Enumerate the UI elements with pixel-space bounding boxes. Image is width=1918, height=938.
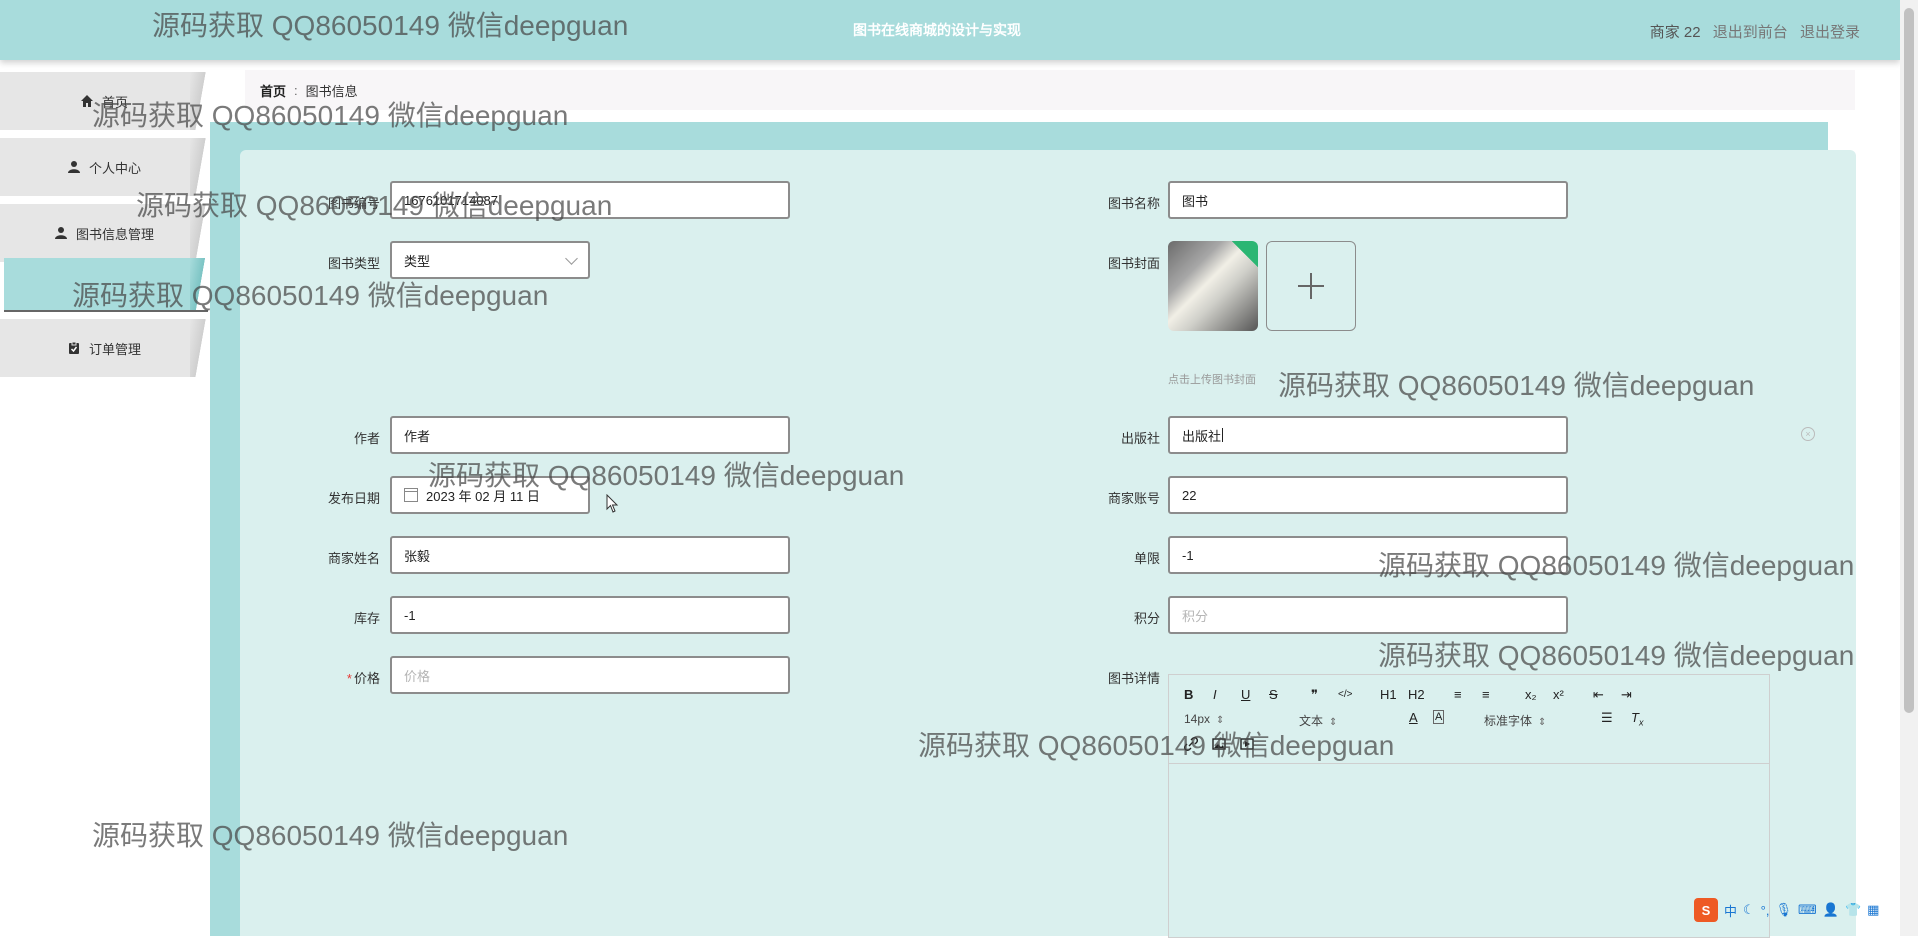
book-no-label: 图书编号 (327, 196, 380, 211)
blockquote-button[interactable]: ❞ (1311, 687, 1318, 703)
microphone-icon[interactable]: 🎙 (1775, 902, 1792, 918)
current-user: 商家 22 (1649, 24, 1701, 41)
font-family-select[interactable]: 标准字体 (1484, 712, 1584, 729)
user-icon (54, 227, 67, 239)
bold-button[interactable]: B (1184, 687, 1193, 702)
sidebar-item-label: 订单管理 (88, 341, 141, 357)
sidebar-item-label: 个人中心 (88, 160, 141, 176)
mouse-cursor-icon (606, 494, 619, 513)
logout-link[interactable]: 退出登录 (1800, 24, 1860, 41)
sidebar: 首页 个人中心 图书信息管理 订单管理 (0, 60, 210, 936)
align-icon[interactable]: ☰ (1601, 710, 1613, 726)
publish-date-label: 发布日期 (327, 491, 380, 506)
header-user-area: 商家 22 退出到前台 退出登录 (1642, 21, 1860, 42)
details-label: 图书详情 (1107, 671, 1160, 686)
sidebar-item-label: 首页 (101, 94, 128, 110)
sidebar-item-home[interactable]: 首页 (0, 72, 208, 130)
book-name-input[interactable]: 图书 (1168, 181, 1568, 219)
outdent-button[interactable]: ⇤ (1593, 687, 1604, 703)
back-to-front-link[interactable]: 退出到前台 (1713, 24, 1788, 41)
editor-toolbar: B I U S ❞ </> H1 H2 ≡ ≡ x₂ x² ⇤ ⇥ 14px 文… (1169, 675, 1769, 764)
calendar-icon (404, 488, 418, 502)
book-type-label: 图书类型 (327, 256, 380, 271)
shirt-icon[interactable]: 👕 (1845, 902, 1861, 918)
publisher-label: 出版社 (1120, 431, 1160, 446)
superscript-button[interactable]: x² (1553, 687, 1564, 702)
breadcrumb-separator: : (294, 82, 298, 98)
upload-cover-button[interactable] (1266, 241, 1356, 331)
home-icon (80, 95, 93, 107)
price-label: * 价格 (346, 671, 380, 686)
top-header: 图书在线商城的设计与实现 商家 22 退出到前台 退出登录 (0, 0, 1900, 60)
clear-format-icon[interactable]: Tx (1631, 710, 1643, 728)
video-icon[interactable] (1240, 737, 1254, 751)
h2-button[interactable]: H2 (1408, 687, 1425, 702)
image-icon[interactable] (1212, 737, 1226, 751)
h1-button[interactable]: H1 (1380, 687, 1397, 702)
user-icon[interactable]: 👤 (1823, 902, 1839, 918)
price-input[interactable]: 价格 (390, 656, 790, 694)
font-color-icon[interactable]: A (1409, 710, 1418, 725)
link-icon[interactable] (1184, 737, 1198, 751)
keyboard-icon[interactable]: ⌨ (1798, 902, 1817, 918)
clear-icon[interactable]: × (1801, 427, 1815, 441)
ordered-list-button[interactable]: ≡ (1454, 687, 1462, 702)
breadcrumb-home[interactable]: 首页 (260, 81, 286, 100)
cover-thumbnail[interactable] (1168, 241, 1258, 331)
limit-input[interactable]: -1 (1168, 536, 1568, 574)
merchant-account-input[interactable]: 22 (1168, 476, 1568, 514)
merchant-account-label: 商家账号 (1107, 491, 1160, 506)
merchant-name-input[interactable]: 张毅 (390, 536, 790, 574)
code-button[interactable]: </> (1338, 689, 1352, 700)
author-label: 作者 (353, 431, 380, 446)
sogou-logo-icon[interactable]: S (1694, 898, 1718, 922)
stock-label: 库存 (353, 611, 380, 626)
rich-text-editor[interactable]: B I U S ❞ </> H1 H2 ≡ ≡ x₂ x² ⇤ ⇥ 14px 文… (1168, 674, 1770, 938)
publish-date-value: 2023 年 02 月 11 日 (426, 488, 540, 504)
indent-button[interactable]: ⇥ (1621, 687, 1632, 703)
sidebar-item-profile[interactable]: 个人中心 (0, 138, 208, 196)
sidebar-item-book-management[interactable]: 图书信息管理 (0, 204, 208, 262)
ime-toolbar[interactable]: S 中 ☾ °, 🎙 ⌨ 👤 👕 ▦ (1694, 898, 1879, 922)
book-type-select[interactable]: 类型 (390, 241, 590, 279)
moon-icon[interactable]: ☾ (1743, 902, 1755, 918)
bullet-list-button[interactable]: ≡ (1482, 687, 1490, 702)
chevron-down-icon (565, 252, 578, 265)
points-label: 积分 (1133, 611, 1160, 626)
book-no-input[interactable]: 1676101714087 (390, 181, 790, 219)
scrollbar-thumb[interactable] (1904, 8, 1914, 713)
upload-cover-hint: 点击上传图书封面 (1168, 374, 1256, 386)
cover-label: 图书封面 (1107, 256, 1160, 271)
limit-label: 单限 (1133, 551, 1160, 566)
background-color-icon[interactable]: A (1433, 710, 1445, 724)
stock-input[interactable]: -1 (390, 596, 790, 634)
site-title: 图书在线商城的设计与实现 (853, 22, 1021, 38)
strike-button[interactable]: S (1269, 687, 1278, 702)
user-icon (67, 161, 80, 173)
page-scrollbar[interactable] (1900, 0, 1918, 936)
book-type-value: 类型 (404, 253, 431, 269)
underline-button[interactable]: U (1241, 687, 1250, 702)
points-input[interactable]: 积分 (1168, 596, 1568, 634)
ime-lang-indicator[interactable]: 中 (1724, 901, 1737, 920)
sidebar-item-active[interactable] (4, 258, 208, 312)
book-name-label: 图书名称 (1107, 196, 1160, 211)
grid-icon[interactable]: ▦ (1867, 902, 1879, 918)
sidebar-item-label: 图书信息管理 (75, 226, 154, 242)
sidebar-item-orders[interactable]: 订单管理 (0, 319, 208, 377)
breadcrumb-current: 图书信息 (305, 83, 358, 99)
breadcrumb: 首页 : 图书信息 (245, 70, 1855, 110)
subscript-button[interactable]: x₂ (1525, 687, 1537, 702)
merchant-name-label: 商家姓名 (327, 551, 380, 566)
font-size-select[interactable]: 14px (1184, 712, 1264, 726)
punctuation-icon[interactable]: °, (1761, 903, 1770, 918)
publish-date-input[interactable]: 2023 年 02 月 11 日 (390, 476, 590, 514)
italic-button[interactable]: I (1213, 687, 1217, 702)
clipboard-icon (68, 341, 79, 354)
publisher-input[interactable]: 出版社 (1168, 416, 1568, 454)
author-input[interactable]: 作者 (390, 416, 790, 454)
required-mark: * (346, 671, 352, 686)
paragraph-select[interactable]: 文本 (1299, 712, 1379, 729)
